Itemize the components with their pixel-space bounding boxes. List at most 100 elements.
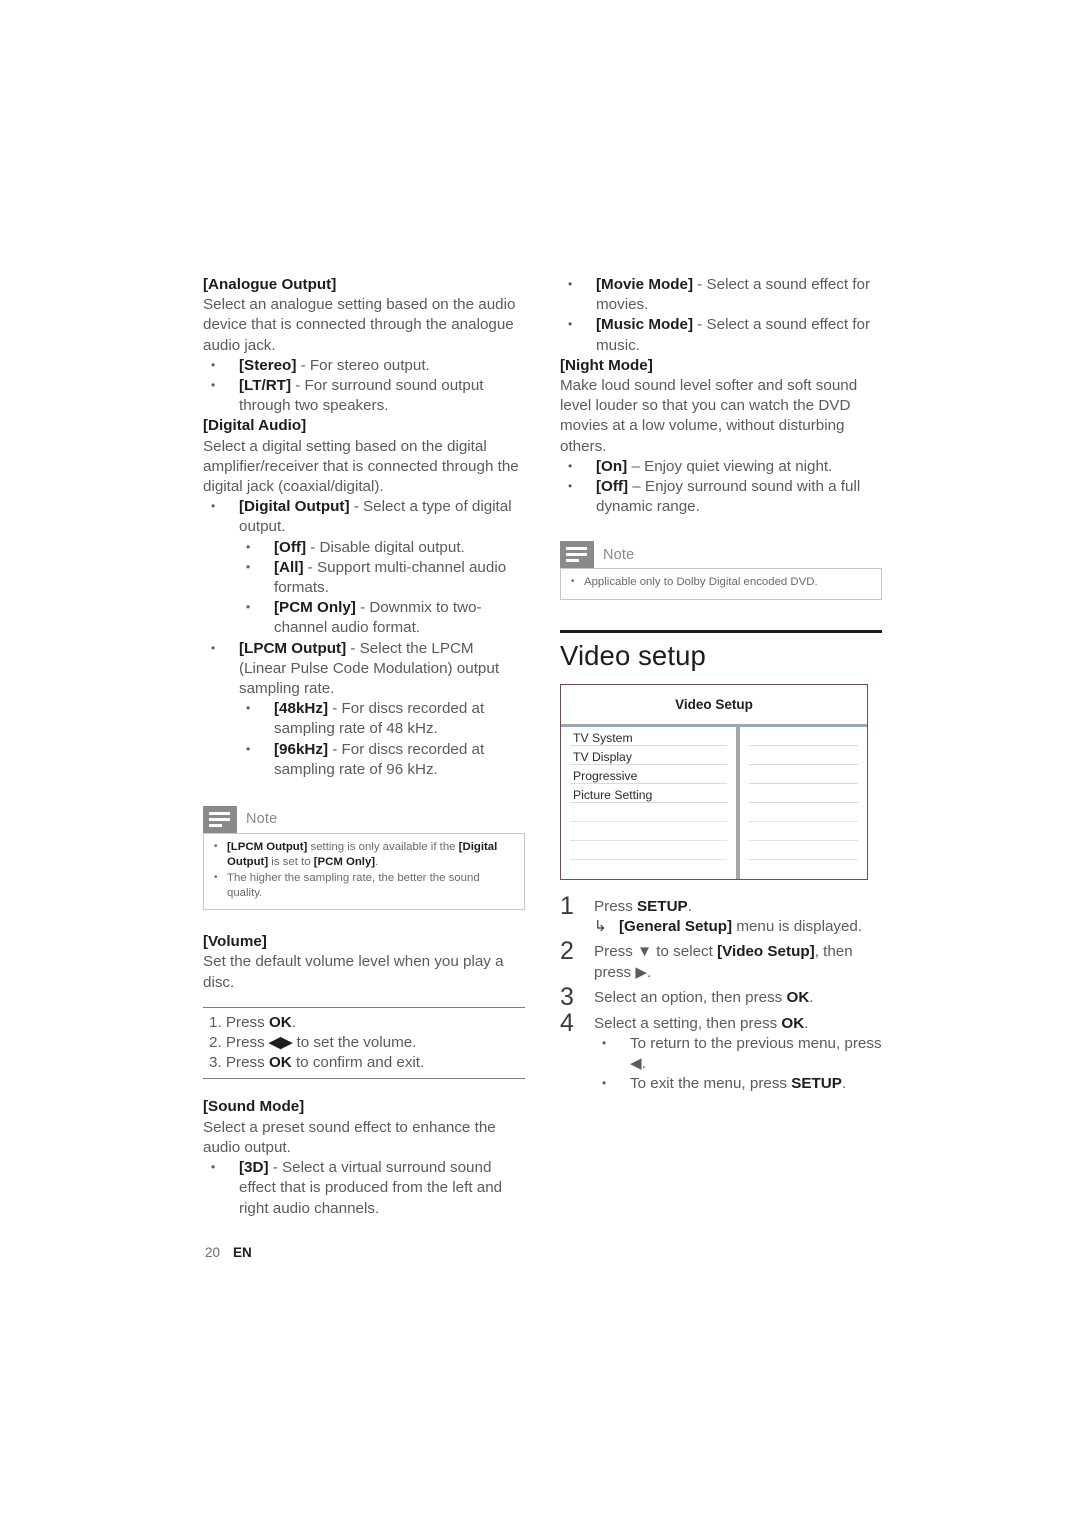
option-label: [On] [596, 457, 628, 475]
desc-digital-audio: Select a digital setting based on the di… [203, 437, 519, 496]
menu-value-row [749, 860, 858, 879]
list-item: [On] – Enjoy quiet viewing at night. [560, 456, 882, 477]
list-sound-mode-continued: [Movie Mode] - Select a sound effect for… [560, 274, 882, 356]
step-body: Select an option, then press OK. [594, 985, 882, 1008]
note-box-dolby: Note Applicable only to Dolby Digital en… [560, 541, 882, 600]
list-lpcm-output: [LPCM Output] - Select the LPCM (Linear … [203, 638, 525, 700]
option-text: - For stereo output. [296, 356, 430, 374]
step-number: 3 [560, 982, 574, 1011]
right-column: [Movie Mode] - Select a sound effect for… [560, 274, 882, 1097]
step-body: Press ▼ to select [Video Setup], then pr… [594, 939, 882, 982]
video-setup-menu-values-column [740, 727, 867, 879]
note-box-lpcm: Note [LPCM Output] setting is only avail… [203, 806, 525, 911]
step-body: Select a setting, then press OK. To retu… [594, 1011, 882, 1095]
desc-analogue-output: Select an analogue setting based on the … [203, 296, 516, 354]
list-item: 3. Press OK to confirm and exit. [209, 1054, 425, 1072]
menu-row [570, 822, 727, 841]
menu-value-row [749, 765, 858, 784]
section-header-video-setup: Video setup [560, 629, 882, 673]
note-title: Note [603, 546, 635, 563]
note-header: Note [560, 541, 882, 569]
menu-row: Progressive [570, 765, 727, 784]
note-header: Note [203, 806, 525, 834]
list-lpcm-output-values: [48kHz] - For discs recorded at sampling… [203, 698, 525, 780]
menu-value-row [749, 803, 858, 822]
menu-row: TV Display [570, 746, 727, 765]
option-label: [All] [274, 558, 304, 576]
menu-value-row [749, 784, 858, 803]
list-item: [Off] – Enjoy surround sound with a full… [560, 476, 882, 517]
step-2: 2 Press ▼ to select [Video Setup], then … [560, 939, 882, 982]
video-setup-menu-graphic: Video Setup TV System TV Display Progres… [560, 683, 868, 880]
term-volume: [Volume] [203, 933, 267, 951]
page-title: Video setup [560, 639, 706, 671]
menu-value-row [749, 727, 858, 746]
option-label: [48kHz] [274, 700, 329, 718]
video-setup-menu-grid: TV System TV Display Progressive Picture… [561, 726, 867, 879]
step-text: Press SETUP. [594, 897, 692, 915]
step-number: 4 [560, 1008, 574, 1037]
list-item: To exit the menu, press SETUP. [594, 1073, 882, 1094]
note-bullet: The higher the sampling rate, the better… [212, 870, 516, 902]
desc-night-mode: Make loud sound level softer and soft so… [560, 377, 858, 455]
step-4: 4 Select a setting, then press OK. To re… [560, 1008, 882, 1095]
option-text: - Disable digital output. [306, 538, 465, 556]
list-item: [3D] - Select a virtual surround sound e… [203, 1157, 525, 1219]
video-setup-menu-title: Video Setup [561, 685, 867, 727]
menu-value-row [749, 746, 858, 765]
list-item: 1. Press OK. [209, 1013, 296, 1031]
term-night-mode: [Night Mode] [560, 356, 653, 374]
option-text: - Support multi-channel audio formats. [274, 558, 507, 597]
menu-row [570, 803, 727, 822]
term-analogue-output: [Analogue Output] [203, 276, 337, 293]
option-text: - Select a virtual surround sound effect… [239, 1159, 503, 1217]
list-item: [All] - Support multi-channel audio form… [203, 557, 525, 598]
list-item: [96kHz] - For discs recorded at sampling… [203, 739, 525, 780]
list-item: [Off] - Disable digital output. [203, 537, 525, 558]
option-label: [3D] [239, 1159, 269, 1177]
list-item: [PCM Only] - Downmix to two-channel audi… [203, 597, 525, 638]
step-text: Select an option, then press OK. [594, 988, 814, 1006]
step-number: 1. [209, 1013, 222, 1031]
list-item: To return to the previous menu, press ◀. [594, 1033, 882, 1074]
option-text: – Enjoy surround sound with a full dynam… [596, 478, 861, 516]
option-label: [Movie Mode] [596, 276, 694, 293]
step-text: Select a setting, then press OK. [594, 1014, 809, 1032]
note-lines-icon [560, 541, 594, 569]
page-footer: 20 EN [205, 1245, 252, 1260]
menu-value-row [749, 841, 858, 860]
note-body: [LPCM Output] setting is only available … [203, 833, 525, 911]
list-item: [48kHz] - For discs recorded at sampling… [203, 698, 525, 739]
step-1: 1 Press SETUP. [General Setup] menu is d… [560, 891, 882, 938]
step-text: Press ▼ to select [Video Setup], then pr… [594, 943, 853, 981]
menu-row: Picture Setting [570, 784, 727, 803]
menu-row [570, 841, 727, 860]
note-bullet: [LPCM Output] setting is only available … [212, 839, 516, 871]
menu-row [570, 860, 727, 879]
list-item: [Movie Mode] - Select a sound effect for… [560, 274, 882, 315]
option-label: [LT/RT] [239, 377, 292, 395]
step-number: 1 [560, 891, 574, 920]
option-label: [Off] [596, 478, 629, 496]
option-label: [Stereo] [239, 356, 297, 374]
term-sound-mode: [Sound Mode] [203, 1098, 305, 1116]
list-digital-output: [Digital Output] - Select a type of digi… [203, 496, 525, 537]
page-number: 20 [205, 1245, 221, 1260]
step-number: 3. [209, 1054, 222, 1072]
left-column: [Analogue Output] Select an analogue set… [203, 275, 525, 1219]
note-lines-icon [203, 806, 237, 834]
step-result-line: [General Setup] menu is displayed. [594, 917, 882, 937]
step-body: Press SETUP. [General Setup] menu is dis… [594, 894, 882, 938]
step-number: 2 [560, 937, 574, 966]
video-setup-steps: 1 Press SETUP. [General Setup] menu is d… [560, 891, 882, 1095]
note-bullet-list: Applicable only to Dolby Digital encoded… [569, 574, 873, 590]
step-4-bullets: To return to the previous menu, press ◀.… [594, 1033, 882, 1095]
option-label: [96kHz] [274, 740, 329, 758]
page-language: EN [233, 1245, 252, 1260]
step-3: 3 Select an option, then press OK. [560, 982, 882, 1011]
term-digital-audio: [Digital Audio] [203, 417, 307, 435]
volume-procedure: 1. Press OK. 2. Press ◀▶ to set the volu… [203, 1006, 525, 1080]
list-digital-output-values: [Off] - Disable digital output. [All] - … [203, 537, 525, 639]
note-bullet: Applicable only to Dolby Digital encoded… [569, 574, 873, 590]
list-night-mode-options: [On] – Enjoy quiet viewing at night. [Of… [560, 456, 882, 518]
